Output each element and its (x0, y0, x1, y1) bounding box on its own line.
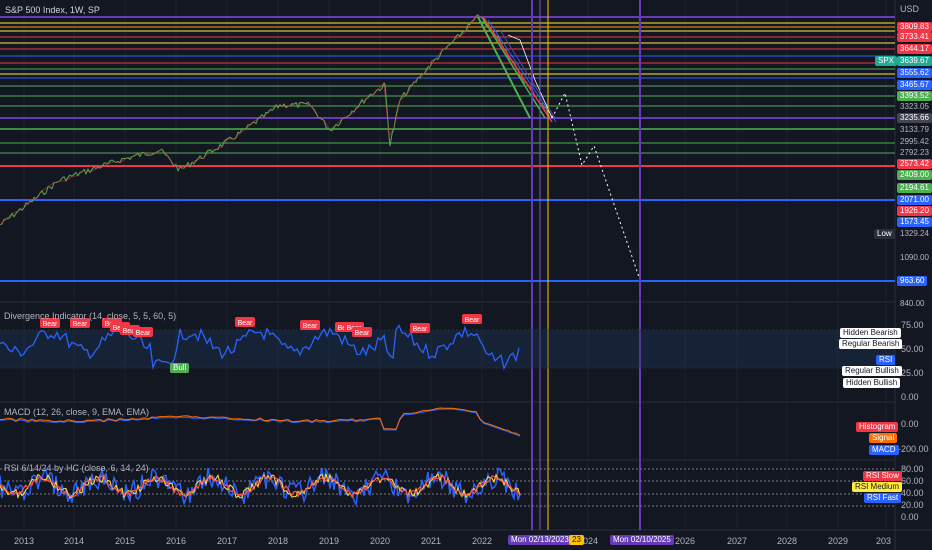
time-axis-label: 2026 (675, 536, 696, 546)
legend-rsi-fast: RSI Fast (864, 493, 902, 503)
rsi-axis-20: 20.00 (901, 500, 924, 510)
price-series-down (0, 14, 551, 226)
legend-macd: MACD (869, 445, 899, 455)
price-axis-label: 1329.24 (897, 229, 932, 239)
svg-text:Bear: Bear (238, 320, 253, 327)
bear-tag: Bear (300, 320, 320, 330)
div-axis-25: 25.00 (901, 368, 924, 378)
price-axis-label: 2194.61 (897, 183, 932, 193)
time-axis-label: 2027 (727, 536, 748, 546)
div-axis-0: 0.00 (901, 392, 919, 402)
time-axis-label: 2013 (14, 536, 35, 546)
legend-histogram: Histogram (856, 422, 899, 432)
marker-date-1-partial: 23 (569, 535, 584, 545)
time-axis-label: 2020 (370, 536, 391, 546)
marker-date-2: Mon 02/10/2025 (610, 535, 674, 545)
div-axis-50: 50.00 (901, 344, 924, 354)
bull-tag: Bull (170, 363, 190, 373)
rsi-axis-60: 60.00 (901, 476, 924, 486)
rsi-axis-0: 0.00 (901, 512, 919, 522)
price-axis-prefix: Low (874, 229, 895, 239)
time-axis-label: 2019 (319, 536, 340, 546)
svg-text:Bear: Bear (413, 326, 428, 333)
price-axis-label: 2995.42 (897, 137, 932, 147)
support-resistance-lines (0, 16, 895, 282)
price-axis-label: 2792.23 (897, 148, 932, 158)
price-axis-label: 3555.62 (897, 68, 932, 78)
price-axis-label: 2071.00 (897, 195, 932, 205)
price-axis-label: 3639.67 (897, 56, 932, 66)
svg-text:Bear: Bear (465, 317, 480, 324)
price-axis-label: 3644.17 (897, 44, 932, 54)
chart-title: S&P 500 Index, 1W, SP (5, 5, 100, 15)
price-axis-label: 3733.41 (897, 32, 932, 42)
time-axis-label: 2021 (421, 536, 442, 546)
price-axis-label: 3323.05 (897, 102, 932, 112)
time-axis-label: 2029 (828, 536, 849, 546)
bear-tag: Bear (410, 323, 430, 333)
svg-text:Bear: Bear (355, 330, 370, 337)
time-axis-label: 2017 (217, 536, 238, 546)
legend-signal: Signal (869, 433, 898, 443)
div-axis-75: 75.00 (901, 320, 924, 330)
svg-text:Bear: Bear (43, 321, 58, 328)
time-axis-label: 2014 (64, 536, 85, 546)
legend-regular-bullish: Regular Bullish (842, 366, 902, 376)
time-axis-label: 2016 (166, 536, 187, 546)
time-axis-label: 203 (876, 536, 892, 546)
legend-hidden-bullish: Hidden Bullish (843, 378, 901, 388)
price-axis-label: 3133.79 (897, 125, 932, 135)
rsi-axis-40: 40.00 (901, 488, 924, 498)
legend-rsi-medium: RSI Medium (852, 482, 903, 492)
time-axis-label: 2018 (268, 536, 289, 546)
time-axis-label: 2022 (472, 536, 493, 546)
rsi-axis-80: 80.00 (901, 464, 924, 474)
bear-tag: Bear (462, 314, 482, 324)
vertical-grid (23, 0, 887, 530)
bear-tag: Bear (133, 327, 153, 337)
macd-axis-neg200: -200.00 (898, 444, 929, 454)
price-axis-label: 2409.00 (897, 170, 932, 180)
price-series (0, 14, 551, 226)
svg-text:Bear: Bear (73, 321, 88, 328)
price-axis-label: 3465.67 (897, 80, 932, 90)
price-axis-prefix: SPX (875, 56, 898, 66)
projection-path (551, 91, 641, 281)
divergence-title: Divergence Indicator (14, close, 5, 5, 6… (4, 311, 177, 321)
price-axis-label: 3235.66 (897, 113, 932, 123)
bear-tag: Bear (352, 327, 372, 337)
svg-text:Bear: Bear (303, 323, 318, 330)
svg-text:Bear: Bear (136, 330, 151, 337)
bear-tag: Bear (235, 317, 255, 327)
price-axis-label: 963.60 (897, 276, 928, 286)
marker-date-1: Mon 02/13/2023 (508, 535, 572, 545)
legend-hidden-bearish: Hidden Bearish (840, 328, 901, 338)
price-axis-label: 3809.83 (897, 22, 932, 32)
price-axis-label: 2573.42 (897, 159, 932, 169)
rsi-title: RSI 6/14/24 by HC (close, 6, 14, 24) (4, 463, 149, 473)
price-axis-label: 1090.00 (897, 253, 932, 263)
legend-rsi-slow: RSI Slow (863, 471, 902, 481)
price-axis-label: 1573.45 (897, 217, 932, 227)
time-axis-label: 2028 (777, 536, 798, 546)
legend-rsi: RSI (876, 355, 896, 365)
time-axis-label: 2015 (115, 536, 136, 546)
legend-regular-bearish: Regular Bearish (839, 339, 903, 349)
macd-title: MACD (12, 26, close, 9, EMA, EMA) (4, 407, 150, 417)
price-axis-label: 3393.52 (897, 91, 932, 101)
price-axis-label: 1926.20 (897, 206, 932, 216)
macd-axis-0: 0.00 (901, 419, 919, 429)
currency-label: USD (900, 4, 920, 14)
price-axis-label: 840.00 (897, 299, 928, 309)
